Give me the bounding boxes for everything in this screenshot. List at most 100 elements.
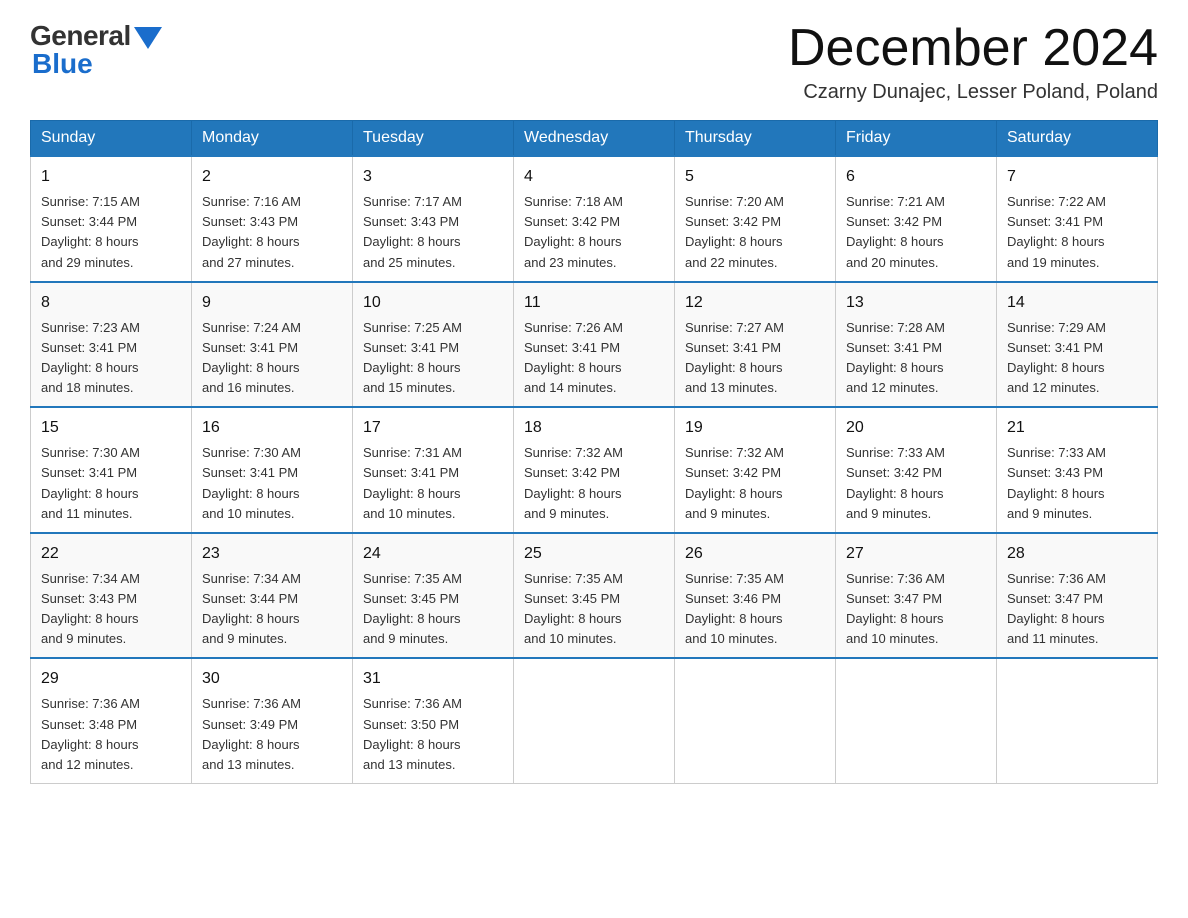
- day-number: 12: [685, 291, 825, 315]
- day-info: Sunrise: 7:32 AMSunset: 3:42 PMDaylight:…: [685, 443, 825, 524]
- calendar-cell: 14Sunrise: 7:29 AMSunset: 3:41 PMDayligh…: [997, 282, 1158, 408]
- page-header: General Blue December 2024 Czarny Dunaje…: [30, 20, 1158, 104]
- calendar-cell: 27 Sunrise: 7:36 AMSunset: 3:47 PMDayligh…: [836, 533, 997, 659]
- day-info: Sunrise: 7:36 AMSunset: 3:47 PMDaylight:…: [1007, 569, 1147, 650]
- location-text: Czarny Dunajec, Lesser Poland, Poland: [788, 81, 1158, 104]
- calendar-body: 1 Sunrise: 7:15 AMSunset: 3:44 PMDaylight…: [31, 156, 1158, 783]
- day-number: 4: [524, 165, 664, 189]
- logo: General Blue: [30, 20, 162, 80]
- calendar-header-row: SundayMondayTuesdayWednesdayThursdayFrid…: [31, 121, 1158, 157]
- calendar-cell: 2 Sunrise: 7:16 AMSunset: 3:43 PMDaylight…: [192, 156, 353, 282]
- calendar-cell: 25Sunrise: 7:35 AMSunset: 3:45 PMDayligh…: [514, 533, 675, 659]
- day-number: 6: [846, 165, 986, 189]
- day-number: 10: [363, 291, 503, 315]
- day-info: Sunrise: 7:25 AMSunset: 3:41 PMDaylight:…: [363, 318, 503, 399]
- day-number: 27: [846, 542, 986, 566]
- day-number: 22: [41, 542, 181, 566]
- day-info: Sunrise: 7:16 AMSunset: 3:43 PMDaylight:…: [202, 192, 342, 273]
- calendar-cell: 7 Sunrise: 7:22 AMSunset: 3:41 PMDaylight…: [997, 156, 1158, 282]
- day-info: Sunrise: 7:34 AMSunset: 3:43 PMDaylight:…: [41, 569, 181, 650]
- day-number: 2: [202, 165, 342, 189]
- calendar-cell: 8 Sunrise: 7:23 AMSunset: 3:41 PMDaylight…: [31, 282, 192, 408]
- day-info: Sunrise: 7:31 AMSunset: 3:41 PMDaylight:…: [363, 443, 503, 524]
- calendar-cell: [836, 658, 997, 783]
- calendar-week-row: 22 Sunrise: 7:34 AMSunset: 3:43 PMDayligh…: [31, 533, 1158, 659]
- calendar-cell: 9Sunrise: 7:24 AMSunset: 3:41 PMDaylight…: [192, 282, 353, 408]
- day-info: Sunrise: 7:27 AMSunset: 3:41 PMDaylight:…: [685, 318, 825, 399]
- header-tuesday: Tuesday: [353, 121, 514, 157]
- calendar-cell: 20 Sunrise: 7:33 AMSunset: 3:42 PMDayligh…: [836, 407, 997, 533]
- day-number: 20: [846, 416, 986, 440]
- day-info: Sunrise: 7:33 AMSunset: 3:42 PMDaylight:…: [846, 443, 986, 524]
- calendar-cell: 12 Sunrise: 7:27 AMSunset: 3:41 PMDayligh…: [675, 282, 836, 408]
- calendar-cell: 18 Sunrise: 7:32 AMSunset: 3:42 PMDayligh…: [514, 407, 675, 533]
- calendar-cell: 4 Sunrise: 7:18 AMSunset: 3:42 PMDaylight…: [514, 156, 675, 282]
- calendar-cell: 21 Sunrise: 7:33 AMSunset: 3:43 PMDayligh…: [997, 407, 1158, 533]
- day-number: 15: [41, 416, 181, 440]
- day-number: 1: [41, 165, 181, 189]
- day-number: 25: [524, 542, 664, 566]
- calendar-cell: 16 Sunrise: 7:30 AMSunset: 3:41 PMDayligh…: [192, 407, 353, 533]
- day-number: 8: [41, 291, 181, 315]
- calendar-table: SundayMondayTuesdayWednesdayThursdayFrid…: [30, 120, 1158, 784]
- calendar-cell: 31 Sunrise: 7:36 AMSunset: 3:50 PMDayligh…: [353, 658, 514, 783]
- day-number: 24: [363, 542, 503, 566]
- day-number: 31: [363, 667, 503, 691]
- day-info: Sunrise: 7:17 AMSunset: 3:43 PMDaylight:…: [363, 192, 503, 273]
- day-info: Sunrise: 7:18 AMSunset: 3:42 PMDaylight:…: [524, 192, 664, 273]
- logo-blue-text: Blue: [30, 48, 93, 80]
- title-section: December 2024 Czarny Dunajec, Lesser Pol…: [788, 20, 1158, 104]
- day-info: Sunrise: 7:34 AMSunset: 3:44 PMDaylight:…: [202, 569, 342, 650]
- day-number: 11: [524, 291, 664, 315]
- day-info: Sunrise: 7:24 AMSunset: 3:41 PMDaylight:…: [202, 318, 342, 399]
- calendar-week-row: 15 Sunrise: 7:30 AMSunset: 3:41 PMDayligh…: [31, 407, 1158, 533]
- calendar-cell: 24Sunrise: 7:35 AMSunset: 3:45 PMDayligh…: [353, 533, 514, 659]
- calendar-cell: [675, 658, 836, 783]
- day-number: 26: [685, 542, 825, 566]
- day-info: Sunrise: 7:36 AMSunset: 3:50 PMDaylight:…: [363, 694, 503, 775]
- calendar-cell: 11 Sunrise: 7:26 AMSunset: 3:41 PMDayligh…: [514, 282, 675, 408]
- header-monday: Monday: [192, 121, 353, 157]
- day-info: Sunrise: 7:28 AMSunset: 3:41 PMDaylight:…: [846, 318, 986, 399]
- calendar-week-row: 29 Sunrise: 7:36 AMSunset: 3:48 PMDayligh…: [31, 658, 1158, 783]
- header-wednesday: Wednesday: [514, 121, 675, 157]
- day-number: 29: [41, 667, 181, 691]
- day-info: Sunrise: 7:22 AMSunset: 3:41 PMDaylight:…: [1007, 192, 1147, 273]
- header-friday: Friday: [836, 121, 997, 157]
- calendar-week-row: 1 Sunrise: 7:15 AMSunset: 3:44 PMDaylight…: [31, 156, 1158, 282]
- day-info: Sunrise: 7:36 AMSunset: 3:48 PMDaylight:…: [41, 694, 181, 775]
- calendar-cell: 1 Sunrise: 7:15 AMSunset: 3:44 PMDaylight…: [31, 156, 192, 282]
- day-number: 21: [1007, 416, 1147, 440]
- calendar-cell: 28 Sunrise: 7:36 AMSunset: 3:47 PMDayligh…: [997, 533, 1158, 659]
- day-number: 13: [846, 291, 986, 315]
- header-sunday: Sunday: [31, 121, 192, 157]
- calendar-cell: 26 Sunrise: 7:35 AMSunset: 3:46 PMDayligh…: [675, 533, 836, 659]
- day-info: Sunrise: 7:30 AMSunset: 3:41 PMDaylight:…: [202, 443, 342, 524]
- day-info: Sunrise: 7:36 AMSunset: 3:49 PMDaylight:…: [202, 694, 342, 775]
- calendar-cell: 15 Sunrise: 7:30 AMSunset: 3:41 PMDayligh…: [31, 407, 192, 533]
- logo-triangle-icon: [134, 27, 162, 49]
- day-number: 23: [202, 542, 342, 566]
- calendar-week-row: 8 Sunrise: 7:23 AMSunset: 3:41 PMDaylight…: [31, 282, 1158, 408]
- day-number: 7: [1007, 165, 1147, 189]
- day-info: Sunrise: 7:35 AMSunset: 3:46 PMDaylight:…: [685, 569, 825, 650]
- day-info: Sunrise: 7:15 AMSunset: 3:44 PMDaylight:…: [41, 192, 181, 273]
- day-number: 28: [1007, 542, 1147, 566]
- day-info: Sunrise: 7:21 AMSunset: 3:42 PMDaylight:…: [846, 192, 986, 273]
- calendar-cell: 30Sunrise: 7:36 AMSunset: 3:49 PMDayligh…: [192, 658, 353, 783]
- calendar-cell: 6 Sunrise: 7:21 AMSunset: 3:42 PMDaylight…: [836, 156, 997, 282]
- day-number: 18: [524, 416, 664, 440]
- calendar-cell: 29 Sunrise: 7:36 AMSunset: 3:48 PMDayligh…: [31, 658, 192, 783]
- day-info: Sunrise: 7:30 AMSunset: 3:41 PMDaylight:…: [41, 443, 181, 524]
- day-info: Sunrise: 7:32 AMSunset: 3:42 PMDaylight:…: [524, 443, 664, 524]
- day-info: Sunrise: 7:36 AMSunset: 3:47 PMDaylight:…: [846, 569, 986, 650]
- day-info: Sunrise: 7:33 AMSunset: 3:43 PMDaylight:…: [1007, 443, 1147, 524]
- calendar-cell: 10 Sunrise: 7:25 AMSunset: 3:41 PMDayligh…: [353, 282, 514, 408]
- calendar-cell: 23 Sunrise: 7:34 AMSunset: 3:44 PMDayligh…: [192, 533, 353, 659]
- day-info: Sunrise: 7:23 AMSunset: 3:41 PMDaylight:…: [41, 318, 181, 399]
- day-info: Sunrise: 7:29 AMSunset: 3:41 PMDaylight:…: [1007, 318, 1147, 399]
- day-info: Sunrise: 7:26 AMSunset: 3:41 PMDaylight:…: [524, 318, 664, 399]
- header-saturday: Saturday: [997, 121, 1158, 157]
- day-number: 16: [202, 416, 342, 440]
- day-number: 5: [685, 165, 825, 189]
